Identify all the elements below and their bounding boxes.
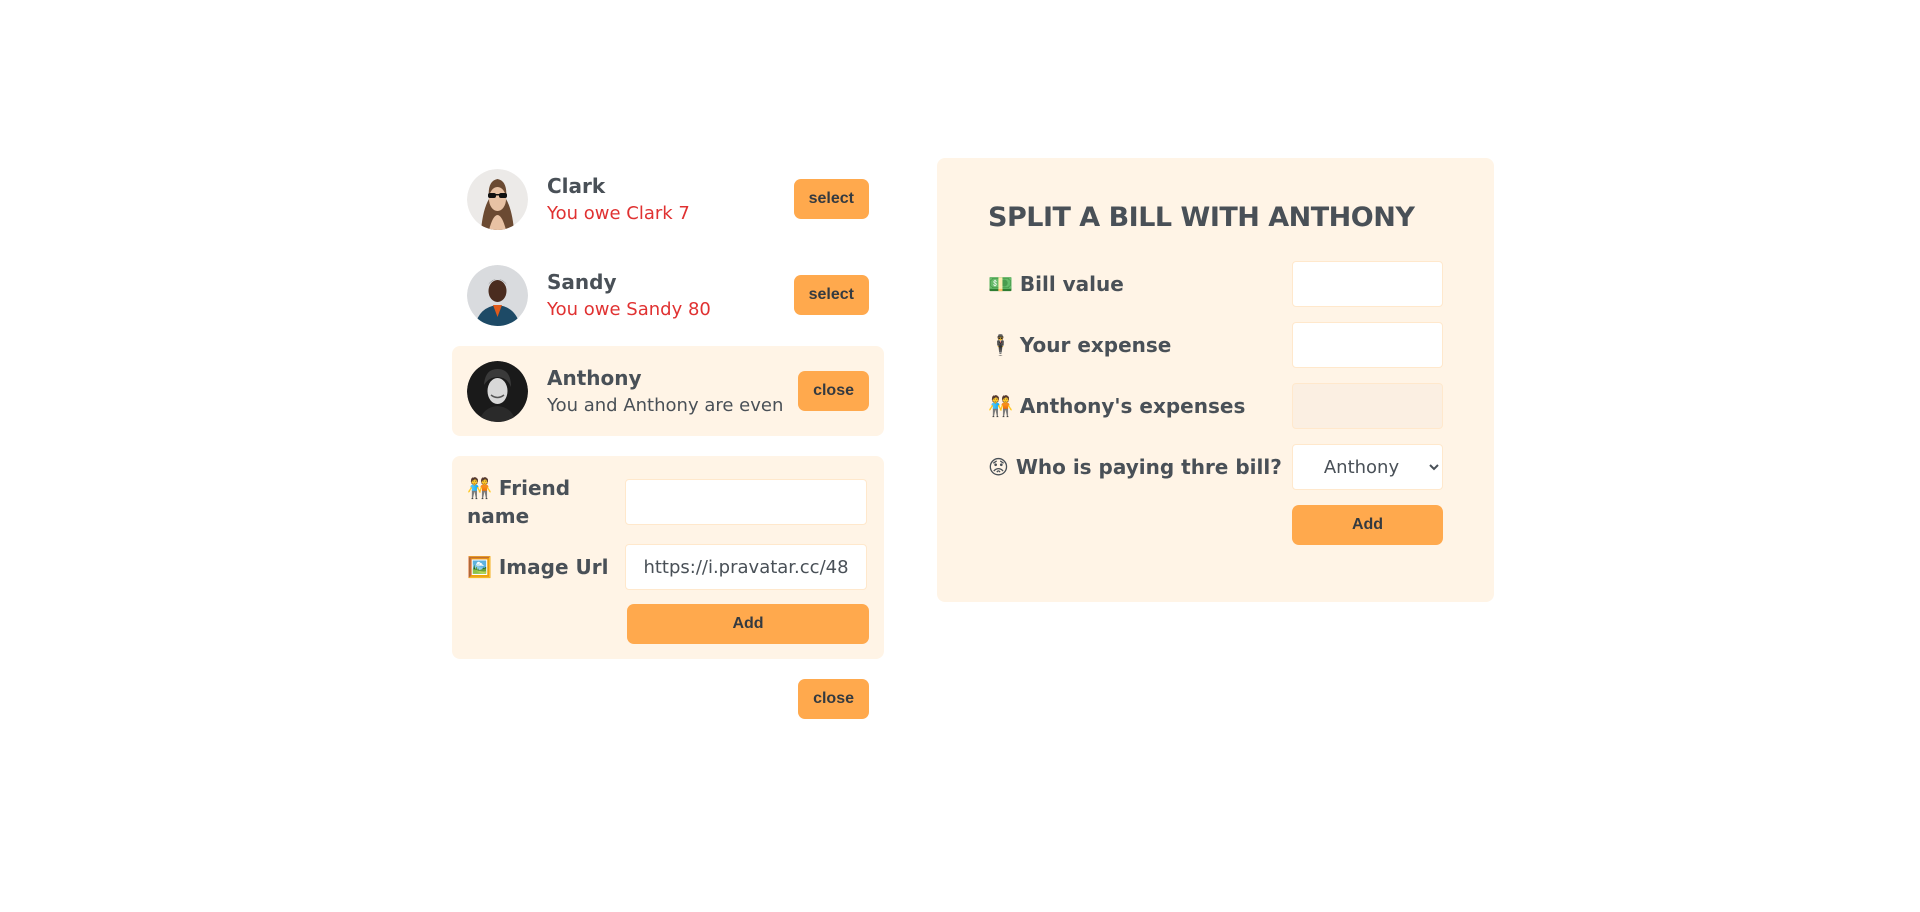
close-button[interactable]: close (798, 371, 869, 411)
friends-list: Clark You owe Clark 7 select Sandy You o… (452, 154, 884, 436)
payer-label: 😟 Who is paying thre bill? (988, 455, 1282, 479)
image-url-input[interactable] (625, 544, 867, 590)
avatar (467, 168, 528, 230)
friend-name: Clark (547, 174, 606, 198)
your-expense-label: 🕴️ Your expense (988, 333, 1172, 357)
close-form-button[interactable]: close (798, 679, 869, 719)
split-bill-add-button[interactable]: Add (1292, 505, 1443, 545)
image-url-label: 🖼️ Image Url (467, 555, 609, 579)
friend-balance: You owe Sandy 80 (547, 299, 711, 320)
friend-item-sandy: Sandy You owe Sandy 80 select (452, 250, 884, 340)
avatar (467, 264, 528, 326)
friend-name: Anthony (547, 366, 642, 390)
friend-expense-label: 🧑‍🤝‍🧑 Anthony's expenses (988, 394, 1246, 418)
friend-item-anthony: Anthony You and Anthony are even close (452, 346, 884, 436)
friend-balance: You and Anthony are even (547, 395, 784, 416)
friend-name-label: 🧑‍🤝‍🧑 Friend name (467, 476, 571, 528)
payer-select[interactable]: Anthony (1292, 444, 1443, 490)
select-button[interactable]: select (793, 179, 869, 219)
split-bill-title: SPLIT A BILL WITH ANTHONY (988, 202, 1415, 233)
add-friend-button[interactable]: Add (627, 604, 869, 644)
friend-balance: You owe Clark 7 (547, 203, 690, 224)
friend-name: Sandy (547, 270, 617, 294)
friend-name-input[interactable] (625, 479, 867, 525)
add-friend-form: 🧑‍🤝‍🧑 Friend name 🖼️ Image Url Add (452, 456, 884, 659)
bill-value-label: 💵 Bill value (988, 272, 1124, 296)
friend-expense-input (1292, 383, 1443, 429)
friend-item-clark: Clark You owe Clark 7 select (452, 154, 884, 244)
avatar (467, 360, 528, 422)
select-button[interactable]: select (793, 275, 869, 315)
your-expense-input[interactable] (1292, 322, 1443, 368)
sidebar: Clark You owe Clark 7 select Sandy You o… (452, 154, 884, 719)
split-bill-form: SPLIT A BILL WITH ANTHONY 💵 Bill value 🕴… (937, 158, 1494, 602)
bill-value-input[interactable] (1292, 261, 1443, 307)
